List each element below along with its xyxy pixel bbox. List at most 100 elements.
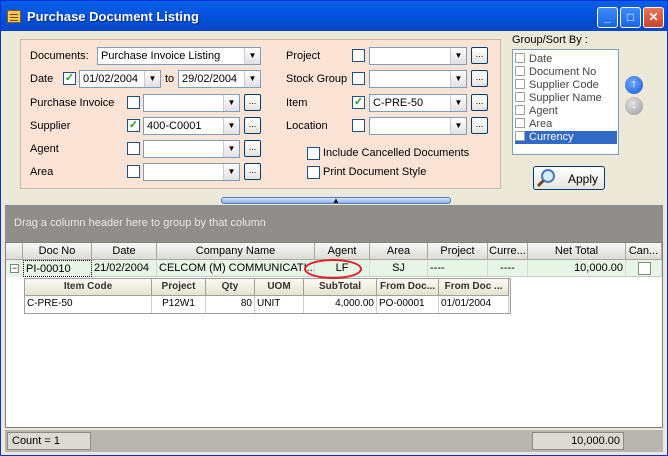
move-up-arrow-icon[interactable]: ↑ (625, 76, 643, 94)
purchase-invoice-select[interactable]: ▼ (143, 94, 240, 112)
supplier-select[interactable]: 400-C0001 ▼ (143, 117, 240, 135)
chevron-down-icon[interactable]: ▼ (450, 118, 466, 134)
column-header-cancelled[interactable]: Can... (626, 243, 662, 260)
agent-checkbox[interactable] (127, 142, 140, 155)
magnifier-icon (536, 169, 555, 188)
agent-ellipsis-button[interactable]: ... (244, 140, 261, 157)
chevron-down-icon[interactable]: ▼ (244, 48, 260, 64)
chevron-down-icon[interactable]: ▼ (450, 95, 466, 111)
cell-currency[interactable]: ---- (488, 260, 528, 277)
detail-cell-subtotal[interactable]: 4,000.00 (304, 296, 377, 313)
detail-cell-from-doc-date[interactable]: 01/01/2004 (439, 296, 509, 313)
purchase-invoice-ellipsis-button[interactable]: ... (244, 94, 261, 111)
filter-panel: Documents: Purchase Invoice Listing ▼ Dat… (20, 39, 501, 189)
move-down-arrow-icon[interactable]: ↓ (625, 97, 643, 115)
supplier-ellipsis-button[interactable]: ... (244, 117, 261, 134)
column-header-net-total[interactable]: Net Total (528, 243, 626, 260)
include-cancelled-checkbox[interactable] (307, 147, 320, 160)
item-checkbox[interactable]: ✓ (352, 96, 365, 109)
group-sort-item-supplier-name[interactable]: Supplier Name (515, 92, 617, 105)
detail-header-qty[interactable]: Qty (206, 279, 255, 296)
group-sort-item-agent[interactable]: Agent (515, 105, 617, 118)
date-checkbox[interactable]: ✓ (63, 72, 76, 85)
cell-doc-no[interactable]: PI-00010 (23, 260, 92, 277)
minimize-button[interactable]: _ (597, 7, 618, 28)
area-select[interactable]: ▼ (143, 163, 240, 181)
chevron-down-icon[interactable]: ▼ (450, 71, 466, 87)
chevron-down-icon[interactable]: ▼ (244, 71, 260, 87)
location-select[interactable]: ▼ (369, 117, 467, 135)
stock-group-ellipsis-button[interactable]: ... (471, 70, 488, 87)
detail-header-from-doc[interactable]: From Doc... (377, 279, 439, 296)
group-sort-item-currency[interactable]: Currency (515, 131, 617, 144)
project-label: Project (286, 50, 321, 62)
detail-cell-uom[interactable]: UNIT (255, 296, 304, 313)
column-header-expand (6, 243, 23, 260)
group-by-drop-area[interactable]: Drag a column header here to group by th… (5, 205, 663, 242)
item-ellipsis-button[interactable]: ... (471, 94, 488, 111)
group-sort-list: Date Document No Supplier Code Supplier … (512, 49, 619, 155)
chevron-down-icon[interactable]: ▼ (223, 95, 239, 111)
group-sort-item-area[interactable]: Area (515, 118, 617, 131)
cell-project[interactable]: ---- (428, 260, 488, 277)
cell-area[interactable]: SJ (370, 260, 428, 277)
stock-group-checkbox[interactable] (352, 72, 365, 85)
agent-label: Agent (30, 143, 59, 155)
item-label: Item (286, 97, 308, 109)
chevron-down-icon[interactable]: ▼ (223, 118, 239, 134)
location-checkbox[interactable] (352, 119, 365, 132)
documents-select[interactable]: Purchase Invoice Listing ▼ (97, 47, 261, 65)
date-from-input[interactable]: 01/02/2004 ▼ (79, 70, 161, 88)
column-header-date[interactable]: Date (92, 243, 157, 260)
column-header-doc-no[interactable]: Doc No (23, 243, 92, 260)
detail-header-uom[interactable]: UOM (255, 279, 304, 296)
detail-header-from-doc-date[interactable]: From Doc ... (439, 279, 509, 296)
column-header-agent[interactable]: Agent (315, 243, 370, 260)
detail-cell-from-doc[interactable]: PO-00001 (377, 296, 439, 313)
cancelled-checkbox[interactable] (638, 262, 651, 275)
detail-cell-qty[interactable]: 80 (206, 296, 255, 313)
cell-net-total[interactable]: 10,000.00 (528, 260, 626, 277)
title-bar: Purchase Document Listing _ □ ✕ (1, 1, 667, 31)
detail-header-item-code[interactable]: Item Code (25, 279, 152, 296)
project-checkbox[interactable] (352, 49, 365, 62)
chevron-down-icon[interactable]: ▼ (450, 48, 466, 64)
agent-select[interactable]: ▼ (143, 140, 240, 158)
detail-header-subtotal[interactable]: SubTotal (304, 279, 377, 296)
column-header-currency[interactable]: Curre... (488, 243, 528, 260)
close-button[interactable]: ✕ (643, 7, 664, 28)
stock-group-select[interactable]: ▼ (369, 70, 467, 88)
print-style-checkbox[interactable] (307, 166, 320, 179)
detail-header-project[interactable]: Project (152, 279, 206, 296)
project-ellipsis-button[interactable]: ... (471, 47, 488, 64)
purchase-document-listing-window: Purchase Document Listing _ □ ✕ Document… (0, 0, 668, 456)
splitter[interactable]: ▲ (1, 197, 667, 205)
chevron-down-icon[interactable]: ▼ (223, 164, 239, 180)
collapse-icon[interactable]: − (10, 264, 19, 273)
chevron-down-icon[interactable]: ▼ (223, 141, 239, 157)
area-ellipsis-button[interactable]: ... (244, 163, 261, 180)
detail-cell-project[interactable]: P12W1 (152, 296, 206, 313)
apply-button[interactable]: Apply (533, 166, 605, 190)
cell-cancelled[interactable] (626, 260, 662, 277)
area-checkbox[interactable] (127, 165, 140, 178)
column-header-area[interactable]: Area (370, 243, 428, 260)
group-sort-item-document-no[interactable]: Document No (515, 66, 617, 79)
subtotal-highlight-circle (304, 259, 362, 279)
detail-cell-item-code[interactable]: C-PRE-50 (25, 296, 152, 313)
item-select[interactable]: C-PRE-50 ▼ (369, 94, 467, 112)
group-sort-item-date[interactable]: Date (515, 53, 617, 66)
column-header-company-name[interactable]: Company Name (157, 243, 315, 260)
collapse-handle[interactable]: ▲ (221, 197, 451, 205)
project-select[interactable]: ▼ (369, 47, 467, 65)
location-ellipsis-button[interactable]: ... (471, 117, 488, 134)
cell-date[interactable]: 21/02/2004 (92, 260, 157, 277)
group-sort-item-supplier-code[interactable]: Supplier Code (515, 79, 617, 92)
column-header-project[interactable]: Project (428, 243, 488, 260)
maximize-button[interactable]: □ (620, 7, 641, 28)
cell-company-name[interactable]: CELCOM (M) COMMUNICATI... (157, 260, 315, 277)
purchase-invoice-checkbox[interactable] (127, 96, 140, 109)
chevron-down-icon[interactable]: ▼ (144, 71, 160, 87)
date-to-input[interactable]: 29/02/2004 ▼ (178, 70, 261, 88)
supplier-checkbox[interactable]: ✓ (127, 119, 140, 132)
